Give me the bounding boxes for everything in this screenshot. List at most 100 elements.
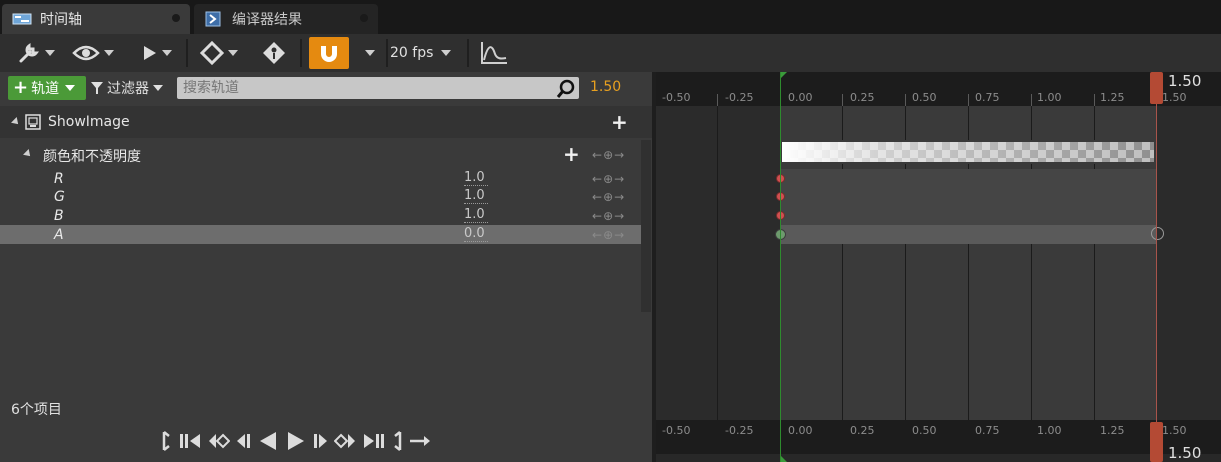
playhead-handle-bottom[interactable] [1150,422,1163,462]
play-reverse-icon[interactable] [256,430,280,452]
next-frame-icon[interactable] [362,430,386,452]
next-key-icon[interactable]: → [614,228,624,242]
start-flag-icon [781,456,787,462]
close-icon[interactable] [172,14,180,22]
playback-end-line[interactable] [1156,72,1157,462]
add-key-icon[interactable]: ⊕ [603,148,613,162]
key-navigation[interactable]: ← ⊕ → [592,209,624,223]
key-diamond-icon [200,41,224,65]
toolbar-divider [186,39,188,67]
channel-row-b[interactable]: B 1.0 ← ⊕ → [0,206,652,225]
add-key-icon[interactable]: ⊕ [603,172,613,186]
tab-timeline-label: 时间轴 [40,12,82,28]
playhead-handle-top[interactable] [1150,72,1163,104]
item-count: 6个项目 [11,402,62,418]
track-scrollbar[interactable] [641,140,651,312]
toolbar-divider [300,39,302,67]
timeline-area[interactable]: -0.50 -0.25 0.00 0.25 0.50 0.75 1.00 1.2… [656,72,1221,462]
next-key-transport-icon[interactable] [334,430,358,452]
search-icon[interactable] [556,79,576,99]
wrench-icon [19,42,40,63]
key-options-button[interactable] [196,37,242,69]
channel-lane-a[interactable] [780,225,1156,244]
snap-toggle-button[interactable] [309,37,349,69]
add-key-icon[interactable]: ⊕ [603,190,613,204]
chevron-down-icon [441,50,452,56]
step-back-icon[interactable] [234,430,252,452]
add-key-icon[interactable]: ⊕ [603,209,613,223]
channel-value-field[interactable]: 1.0 [464,208,488,223]
channel-lane-b[interactable] [780,206,1156,225]
play-options-button[interactable] [136,37,178,69]
next-key-icon[interactable]: → [614,209,624,223]
ruler-tick-label: 0.50 [912,424,937,437]
jump-to-end-icon[interactable] [390,430,404,452]
previous-key-icon[interactable]: ← [592,190,602,204]
channel-label: A [54,226,64,243]
frame-rate-dropdown[interactable]: 20 fps [390,37,452,69]
time-ruler-top[interactable]: -0.50 -0.25 0.00 0.25 0.50 0.75 1.00 1.2… [656,72,1221,106]
track-row-object[interactable]: ShowImage + [0,106,652,138]
key-navigation[interactable]: ← ⊕ → [592,148,624,162]
add-key-icon[interactable]: ⊕ [603,228,613,242]
tab-compiler-results[interactable]: 编译器结果 [194,4,378,34]
channel-value-field[interactable]: 1.0 [464,189,488,204]
channel-value-field[interactable]: 1.0 [464,171,488,186]
key-navigation[interactable]: ← ⊕ → [592,228,624,242]
out-of-range-right [1157,106,1221,420]
snap-options-button[interactable] [356,37,380,69]
add-key-button[interactable]: + [563,144,580,164]
playback-start-line[interactable] [780,72,781,462]
search-input[interactable] [177,77,579,99]
previous-key-icon[interactable]: ← [592,172,602,186]
auto-key-button[interactable] [258,37,290,69]
channel-row-g[interactable]: G 1.0 ← ⊕ → [0,187,652,206]
jump-to-start-icon[interactable] [160,430,174,452]
ruler-tick-label: -0.50 [662,424,691,437]
next-key-icon[interactable]: → [614,148,624,162]
channel-lane-r[interactable] [780,169,1156,188]
loop-icon[interactable] [408,430,432,452]
key-navigation[interactable]: ← ⊕ → [592,172,624,186]
previous-key-icon[interactable]: ← [592,228,602,242]
step-forward-icon[interactable] [312,430,330,452]
add-object-track-button[interactable]: + [611,112,628,132]
settings-button[interactable] [12,37,60,69]
next-key-icon[interactable]: → [614,190,624,204]
previous-key-icon[interactable]: ← [592,209,602,223]
chevron-down-icon [162,50,172,56]
filter-dropdown[interactable]: 过滤器 [91,76,163,100]
chevron-down-icon [228,50,238,56]
previous-frame-icon[interactable] [178,430,202,452]
key-navigation[interactable]: ← ⊕ → [592,190,624,204]
ruler-tick [842,94,843,106]
grid-line [717,106,718,420]
channel-value-field[interactable]: 0.0 [464,227,488,242]
tab-timeline[interactable]: 时间轴 [2,4,190,34]
previous-key-icon[interactable]: ← [592,148,602,162]
track-row-section[interactable]: 颜色和不透明度 + ← ⊕ → [0,140,652,168]
transport-controls [160,424,432,458]
play-forward-icon[interactable] [284,430,308,452]
color-gradient-preview [782,142,1154,162]
chevron-down-icon [45,50,55,56]
playhead-time-label: 1.50 [1168,444,1202,462]
close-icon[interactable] [360,14,368,22]
channel-row-a[interactable]: A 0.0 ← ⊕ → [0,225,642,244]
view-options-button[interactable] [70,37,116,69]
chevron-down-icon [65,85,76,91]
filter-label: 过滤器 [107,81,149,97]
chevron-down-icon [153,85,163,91]
playhead-time-label: 1.50 [1168,72,1202,90]
tab-compiler-label: 编译器结果 [232,12,302,28]
expand-arrow-icon[interactable] [11,117,21,127]
channel-lane-g[interactable] [780,187,1156,206]
expand-arrow-icon[interactable] [23,149,33,159]
next-key-icon[interactable]: → [614,172,624,186]
add-track-button[interactable]: + 轨道 [8,76,86,100]
curve-editor-button[interactable] [476,37,512,69]
channel-row-r[interactable]: R 1.0 ← ⊕ → [0,169,652,188]
add-track-label: 轨道 [31,81,60,97]
time-ruler-bottom[interactable]: -0.50 -0.25 0.00 0.25 0.50 0.75 1.00 1.2… [656,420,1221,454]
previous-key-transport-icon[interactable] [206,430,230,452]
